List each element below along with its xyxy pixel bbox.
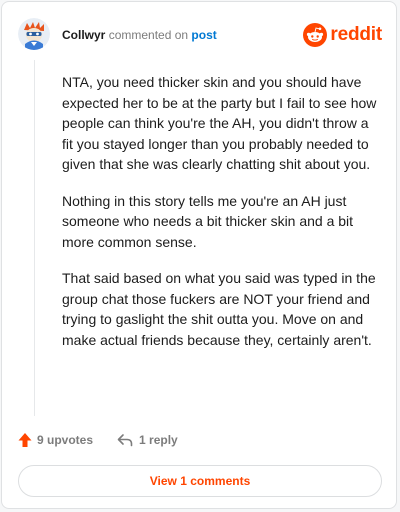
reddit-snoo-icon	[303, 23, 328, 47]
reply-arrow-icon	[117, 434, 133, 447]
comment-body: NTA, you need thicker skin and you shoul…	[62, 72, 380, 366]
reddit-logo[interactable]: reddit	[303, 22, 382, 48]
upvote-count: 9 upvotes	[37, 433, 94, 447]
comment-card: Collwyr commented on post reddit NTA, yo…	[1, 1, 397, 509]
comment-header: Collwyr commented on post	[62, 28, 217, 42]
comment-paragraph: That said based on what you said was typ…	[62, 270, 376, 348]
comment-paragraph: NTA, you need thicker skin and you shoul…	[62, 74, 377, 172]
upvote-button[interactable]: 9 upvotes	[18, 432, 93, 448]
action-text: commented on	[108, 28, 189, 42]
post-link[interactable]: post	[191, 28, 216, 42]
user-avatar[interactable]	[18, 18, 50, 50]
view-comments-button[interactable]: View 1 comments	[18, 465, 382, 497]
reply-button[interactable]: 1 reply	[117, 433, 178, 447]
upvote-arrow-icon	[18, 433, 32, 447]
username-link[interactable]: Collwyr	[62, 28, 105, 42]
avatar-image	[18, 18, 50, 50]
reply-count: 1 reply	[139, 433, 178, 447]
comment-actions: 9 upvotes 1 reply	[18, 429, 178, 451]
thread-line[interactable]	[34, 60, 35, 416]
comment-paragraph: Nothing in this story tells me you're an…	[62, 192, 354, 250]
reddit-wordmark: reddit	[330, 24, 382, 45]
